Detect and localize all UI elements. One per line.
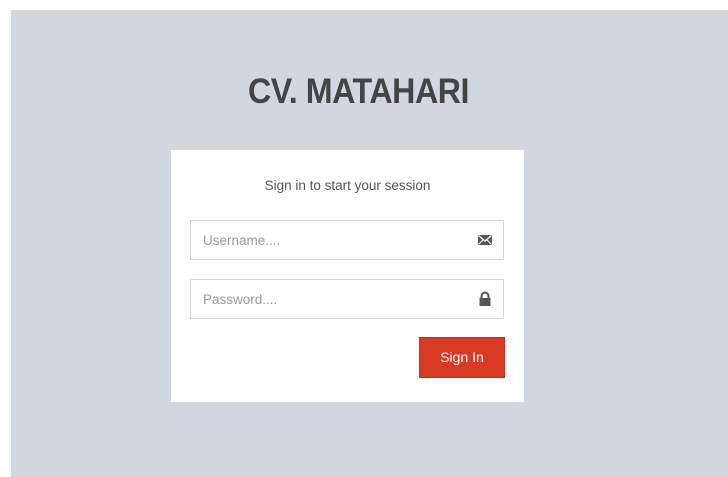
sign-in-button[interactable]: Sign In <box>419 337 505 378</box>
lock-icon <box>477 291 493 307</box>
login-box: Sign in to start your session Sign In <box>171 150 524 402</box>
username-input[interactable] <box>191 221 471 259</box>
page-title: CV. MATAHARI <box>247 72 470 111</box>
login-box-message: Sign in to start your session <box>264 178 431 193</box>
login-page: CV. MATAHARI Sign in to start your sessi… <box>11 10 728 477</box>
password-input[interactable] <box>191 280 471 318</box>
username-field[interactable] <box>190 220 504 260</box>
envelope-icon <box>477 232 493 248</box>
password-field[interactable] <box>190 279 504 319</box>
